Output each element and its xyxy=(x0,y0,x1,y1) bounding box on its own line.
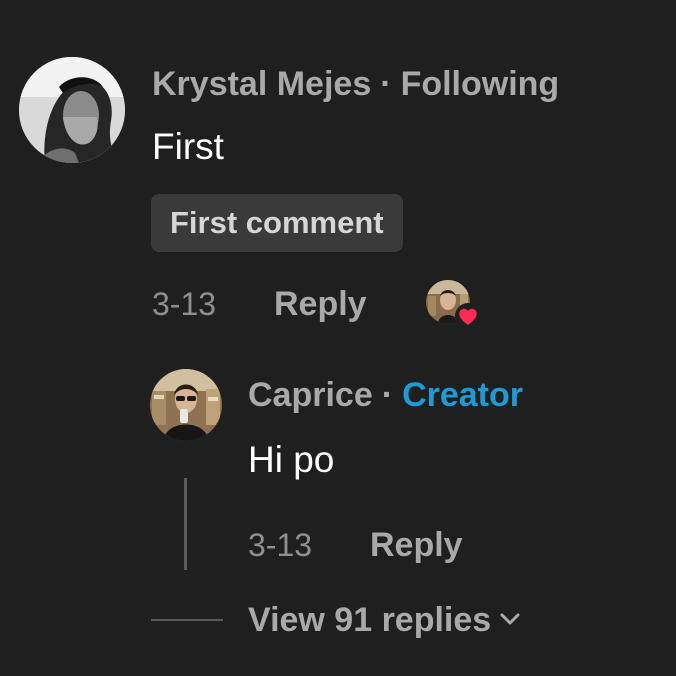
view-replies-divider xyxy=(151,619,223,621)
commenter-avatar[interactable] xyxy=(19,57,125,163)
header-separator: · xyxy=(380,65,392,103)
reply-author-avatar[interactable] xyxy=(150,369,222,441)
commenter-name[interactable]: Krystal Mejes xyxy=(152,65,371,103)
chevron-down-icon xyxy=(500,613,520,625)
view-replies-button[interactable]: View 91 replies xyxy=(248,598,523,642)
reply-reply-button[interactable]: Reply xyxy=(370,524,463,566)
reply-header: Caprice · Creator xyxy=(248,373,523,417)
comment-date: 3-13 xyxy=(152,286,217,322)
comment-header: Krystal Mejes · Following xyxy=(152,62,559,106)
heart-icon xyxy=(455,303,481,329)
comment-text: First xyxy=(152,126,224,167)
creator-label: Creator xyxy=(402,376,523,414)
liked-by-creator-indicator xyxy=(426,280,481,329)
comment-reply-button[interactable]: Reply xyxy=(274,283,367,325)
reply-header-separator: · xyxy=(381,376,394,414)
reply-author-name[interactable]: Caprice xyxy=(248,376,373,414)
reply-thread-line xyxy=(184,478,187,570)
reply-text: Hi po xyxy=(248,439,335,480)
view-replies-label: View 91 replies xyxy=(248,601,492,639)
avatar-photo-icon xyxy=(19,57,125,163)
following-label: Following xyxy=(400,65,560,103)
reply-date: 3-13 xyxy=(248,527,313,563)
avatar-photo-icon xyxy=(150,369,222,441)
first-comment-badge: First comment xyxy=(151,194,403,252)
